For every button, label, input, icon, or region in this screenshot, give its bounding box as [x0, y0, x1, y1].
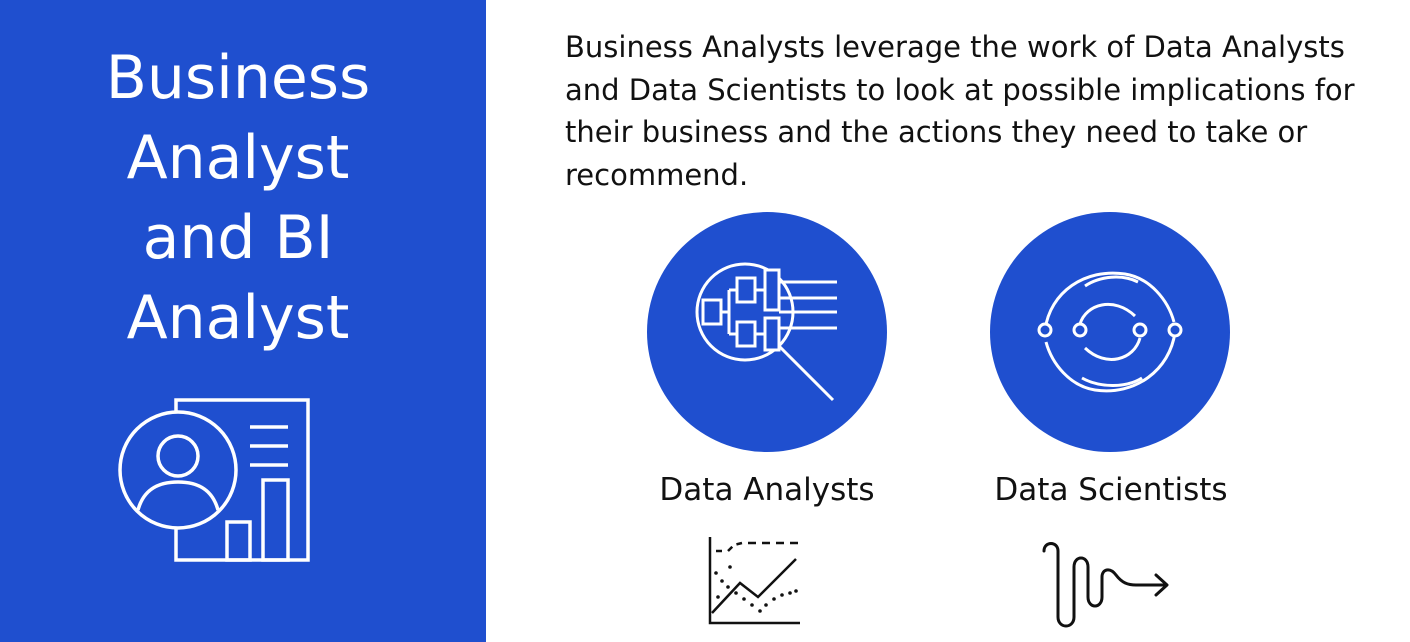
data-scientists-badge — [990, 212, 1230, 452]
circular-arrows-nodes-icon — [1037, 271, 1183, 393]
left-panel: Business Analyst and BI Analyst — [0, 0, 486, 642]
title-line: and BI — [142, 203, 334, 273]
data-analysts-badge — [647, 212, 887, 452]
description-text: Business Analysts leverage the work of D… — [565, 30, 1355, 192]
title-line: Analyst — [126, 123, 350, 193]
business-analyst-report-icon — [118, 398, 310, 562]
data-analysts-label: Data Analysts — [659, 472, 875, 508]
winding-path-arrow-icon — [1042, 542, 1169, 628]
line-chart-scatter-icon — [708, 537, 800, 625]
panel-title: Business Analyst and BI Analyst — [0, 38, 476, 358]
magnifying-glass-flowchart-icon — [695, 262, 837, 402]
title-line: Analyst — [126, 283, 350, 353]
slide: Business Analyst and BI Analyst Business… — [0, 0, 1410, 642]
title-line: Business — [105, 43, 371, 113]
data-scientists-label: Data Scientists — [994, 472, 1228, 508]
